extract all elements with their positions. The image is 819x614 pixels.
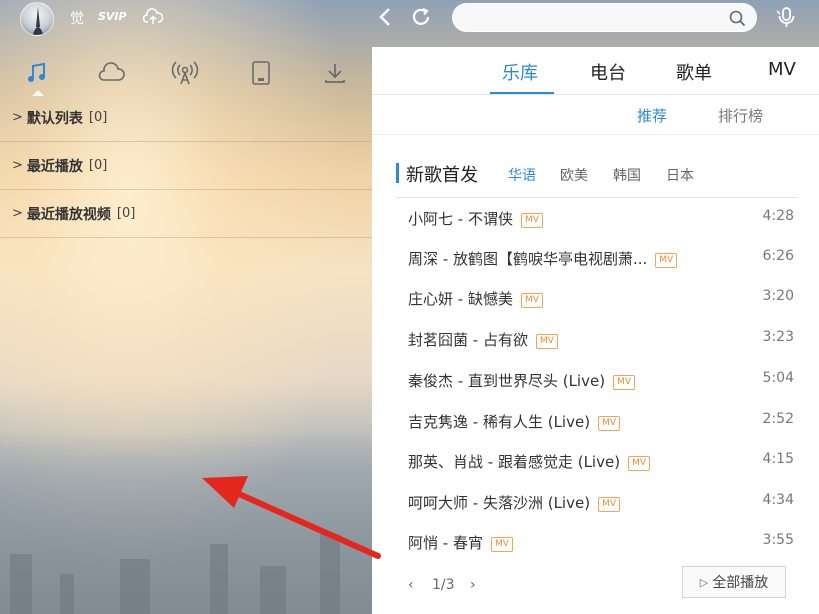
mv-tag[interactable]: MV bbox=[490, 537, 513, 552]
song-row[interactable]: 周深 - 放鹤图【鹤唳华亭电视剧萧... MV 6:26 bbox=[408, 239, 798, 279]
song-row[interactable]: 那英、肖战 - 跟着感觉走 (Live) MV 4:15 bbox=[408, 442, 798, 482]
new-songs-header: 新歌首发 华语 欧美 韩国 日本 bbox=[396, 161, 796, 187]
song-row[interactable]: 呵呵大师 - 失落沙洲 (Live) MV 4:34 bbox=[408, 483, 798, 523]
song-duration: 4:28 bbox=[762, 208, 794, 224]
chevron-right-icon: > bbox=[12, 206, 23, 221]
playlist-count: [0] bbox=[88, 158, 108, 173]
playlist-count: [0] bbox=[116, 206, 136, 221]
refresh-icon[interactable] bbox=[410, 6, 432, 32]
active-tab-underline bbox=[490, 92, 554, 94]
song-duration: 4:15 bbox=[762, 451, 794, 467]
song-title: 吉克隽逸 - 稀有人生 (Live) bbox=[408, 413, 591, 431]
chevron-left-icon[interactable]: ‹ bbox=[408, 577, 414, 593]
song-title: 那英、肖战 - 跟着感觉走 (Live) bbox=[408, 453, 621, 471]
user-avatar[interactable] bbox=[20, 2, 54, 36]
song-duration: 2:52 bbox=[762, 411, 794, 427]
song-row[interactable]: 吉克隽逸 - 稀有人生 (Live) MV 2:52 bbox=[408, 402, 798, 442]
song-row[interactable]: 庄心妍 - 缺憾美 MV 3:20 bbox=[408, 279, 798, 319]
playlist-title: 最近播放视频 bbox=[26, 206, 111, 223]
search-input[interactable] bbox=[465, 8, 725, 28]
user-name[interactable]: 觉 bbox=[70, 8, 84, 28]
mv-tag[interactable]: MV bbox=[520, 213, 543, 228]
mv-tag[interactable]: MV bbox=[598, 416, 620, 431]
divider bbox=[396, 197, 798, 198]
play-icon: ▷ bbox=[699, 575, 709, 589]
back-icon[interactable] bbox=[376, 6, 394, 32]
tab-download[interactable] bbox=[320, 58, 350, 88]
song-title: 呵呵大师 - 失落沙洲 (Live) bbox=[408, 494, 591, 512]
main-tabs: 乐库 电台 歌单 MV bbox=[372, 47, 819, 95]
tab-radio-station[interactable]: 电台 bbox=[590, 59, 626, 85]
lang-korean[interactable]: 韩国 bbox=[613, 165, 641, 185]
song-title: 阿悄 - 春宵 bbox=[408, 534, 483, 552]
playlist-title: 默认列表 bbox=[26, 110, 83, 127]
device-icon bbox=[252, 61, 270, 85]
sub-tabs: 推荐 排行榜 bbox=[372, 95, 819, 135]
song-title: 周深 - 放鹤图【鹤唳华亭电视剧萧... bbox=[408, 250, 648, 268]
mv-tag[interactable]: MV bbox=[598, 497, 620, 512]
cloud-icon bbox=[98, 62, 125, 81]
section-title: 新歌首发 bbox=[406, 165, 478, 186]
tab-radio[interactable] bbox=[170, 58, 200, 88]
song-title: 庄心妍 - 缺憾美 bbox=[408, 290, 513, 308]
voice-search-icon[interactable] bbox=[774, 5, 798, 35]
mv-tag[interactable]: MV bbox=[613, 375, 635, 390]
tab-playlists[interactable]: 歌单 bbox=[676, 59, 712, 85]
cloud-upload-icon[interactable] bbox=[142, 8, 164, 30]
song-row[interactable]: 秦俊杰 - 直到世界尽头 (Live) MV 5:04 bbox=[408, 361, 798, 401]
tab-cloud[interactable] bbox=[97, 58, 127, 88]
mv-tag[interactable]: MV bbox=[655, 253, 678, 268]
playlist-recent-videos[interactable]: > 最近播放视频 [0] bbox=[0, 190, 372, 238]
song-duration: 3:20 bbox=[762, 288, 794, 304]
playlist-count: [0] bbox=[88, 110, 108, 125]
chevron-right-icon[interactable]: › bbox=[470, 577, 476, 593]
section-accent-bar bbox=[396, 163, 399, 183]
playlist-recent[interactable]: > 最近播放 [0] bbox=[0, 142, 372, 190]
tab-mv[interactable]: MV bbox=[768, 59, 796, 80]
chevron-right-icon: > bbox=[12, 110, 23, 125]
mv-tag[interactable]: MV bbox=[628, 456, 650, 471]
search-box[interactable] bbox=[452, 3, 757, 32]
song-duration: 5:04 bbox=[762, 370, 794, 386]
music-library-panel: 乐库 电台 歌单 MV 推荐 排行榜 新歌首发 华语 欧美 韩国 日本 小阿七 … bbox=[372, 47, 819, 614]
svip-badge[interactable]: SVIP bbox=[98, 10, 127, 23]
search-icon[interactable] bbox=[729, 10, 746, 31]
tab-library[interactable]: 乐库 bbox=[502, 59, 538, 85]
tab-device[interactable] bbox=[246, 58, 276, 88]
playlist-default[interactable]: > 默认列表 [0] bbox=[0, 94, 372, 142]
song-row[interactable]: 阿悄 - 春宵 MV 3:55 bbox=[408, 523, 798, 563]
playlist-title: 最近播放 bbox=[26, 158, 83, 175]
red-annotation-arrow bbox=[202, 476, 381, 559]
play-all-label: 全部播放 bbox=[712, 575, 769, 591]
song-duration: 4:34 bbox=[762, 492, 794, 508]
left-panel-tabs bbox=[0, 54, 372, 96]
song-duration: 3:55 bbox=[762, 532, 794, 548]
song-row[interactable]: 小阿七 - 不谓侠 MV 4:28 bbox=[408, 199, 798, 239]
lang-chinese[interactable]: 华语 bbox=[508, 165, 536, 185]
download-icon bbox=[325, 64, 345, 83]
lang-western[interactable]: 欧美 bbox=[560, 165, 588, 185]
page-indicator: 1/3 bbox=[432, 577, 455, 593]
mv-tag[interactable]: MV bbox=[520, 293, 543, 308]
chevron-right-icon: > bbox=[12, 158, 23, 173]
song-title: 秦俊杰 - 直到世界尽头 (Live) bbox=[408, 372, 606, 390]
mv-tag[interactable]: MV bbox=[535, 334, 558, 349]
song-duration: 6:26 bbox=[762, 248, 794, 264]
song-title: 小阿七 - 不谓侠 bbox=[408, 210, 513, 228]
play-all-button[interactable]: ▷ 全部播放 bbox=[682, 566, 786, 598]
music-note-icon bbox=[28, 62, 45, 82]
tab-charts[interactable]: 排行榜 bbox=[718, 105, 763, 126]
radio-broadcast-icon bbox=[171, 61, 199, 85]
song-title: 封茗囧菌 - 占有欲 bbox=[408, 331, 528, 349]
song-duration: 3:23 bbox=[762, 329, 794, 345]
lang-japanese[interactable]: 日本 bbox=[666, 165, 694, 185]
top-bar: 觉 SVIP bbox=[0, 0, 819, 44]
tab-recommend[interactable]: 推荐 bbox=[637, 105, 667, 126]
song-row[interactable]: 封茗囧菌 - 占有欲 MV 3:23 bbox=[408, 320, 798, 360]
tab-music[interactable] bbox=[22, 58, 52, 88]
